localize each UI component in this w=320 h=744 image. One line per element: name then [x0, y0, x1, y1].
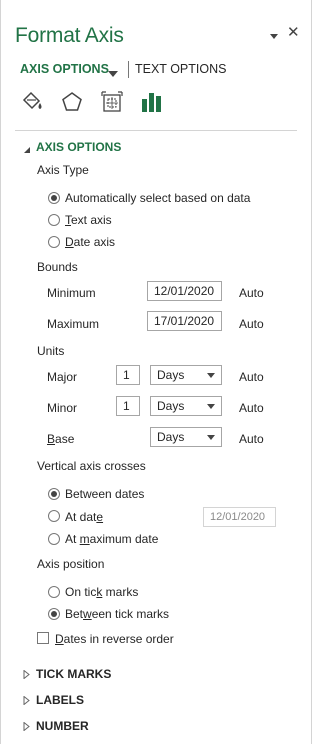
close-icon[interactable]: ✕	[287, 25, 300, 41]
minimum-status[interactable]: Auto	[239, 286, 264, 300]
radio-between-tick-marks[interactable]	[48, 608, 60, 620]
section-expanded-icon[interactable]	[23, 143, 31, 153]
radio-at-date-label: At date	[65, 510, 104, 524]
base-label: Base	[47, 432, 75, 446]
radio-between-dates[interactable]	[48, 488, 60, 500]
major-label: Major	[47, 370, 78, 384]
fill-line-icon[interactable]	[19, 89, 45, 115]
radio-auto-select-label: Automatically select based on data	[65, 191, 251, 205]
radio-auto-select[interactable]	[48, 192, 60, 204]
maximum-input[interactable]: 17/01/2020	[147, 311, 222, 331]
base-unit-select[interactable]: Days	[150, 427, 222, 447]
vertical-axis-crosses-label: Vertical axis crosses	[37, 459, 146, 473]
chevron-right-icon[interactable]	[23, 668, 30, 680]
radio-between-tick-marks-label: Between tick marks	[65, 607, 170, 621]
radio-between-dates-label: Between dates	[65, 487, 145, 501]
section-title-axis-options[interactable]: AXIS OPTIONS	[36, 140, 121, 154]
radio-text-axis[interactable]	[48, 214, 60, 226]
radio-on-tick-marks-label: On tick marks	[65, 585, 139, 599]
radio-at-maximum-date[interactable]	[48, 533, 60, 545]
major-input[interactable]: 1	[116, 365, 140, 385]
checkbox-dates-reverse-order[interactable]	[37, 632, 49, 644]
radio-date-axis-label: Date axis	[65, 235, 116, 249]
maximum-status[interactable]: Auto	[239, 317, 264, 331]
base-status[interactable]: Auto	[239, 432, 264, 446]
major-unit-select[interactable]: Days	[150, 365, 222, 385]
tab-axis-options[interactable]: AXIS OPTIONS	[20, 62, 109, 76]
tab-text-options[interactable]: TEXT OPTIONS	[135, 62, 226, 76]
size-properties-icon[interactable]	[99, 89, 125, 115]
bounds-label: Bounds	[37, 260, 78, 274]
chevron-down-icon	[207, 435, 215, 440]
chevron-right-icon[interactable]	[23, 694, 30, 706]
tab-divider	[128, 61, 129, 78]
chevron-down-icon[interactable]	[108, 66, 118, 77]
units-label: Units	[37, 344, 65, 358]
radio-text-axis-label: Text axis	[65, 213, 112, 227]
chevron-down-icon	[207, 373, 215, 378]
radio-at-maximum-date-label: At maximum date	[65, 532, 159, 546]
minor-unit-select[interactable]: Days	[150, 396, 222, 416]
triangle-down-icon[interactable]	[269, 30, 279, 40]
axis-options-icon[interactable]	[139, 89, 165, 115]
pane-title: Format Axis	[15, 24, 124, 47]
maximum-label: Maximum	[47, 317, 100, 331]
icons-divider	[15, 130, 297, 131]
axis-position-label: Axis position	[37, 557, 105, 571]
at-date-input[interactable]: 12/01/2020	[203, 507, 276, 527]
effects-icon[interactable]	[59, 89, 85, 115]
minor-label: Minor	[47, 401, 78, 415]
format-axis-pane: Format Axis ✕ AXIS OPTIONS TEXT OPTIONS	[0, 0, 312, 744]
radio-on-tick-marks[interactable]	[48, 586, 60, 598]
chevron-right-icon[interactable]	[23, 720, 30, 732]
major-status[interactable]: Auto	[239, 370, 264, 384]
checkbox-dates-reverse-order-label: Dates in reverse order	[55, 632, 174, 646]
minimum-label: Minimum	[47, 286, 96, 300]
section-number[interactable]: NUMBER	[36, 719, 89, 733]
axis-type-label: Axis Type	[37, 163, 89, 177]
minimum-input[interactable]: 12/01/2020	[147, 281, 222, 301]
minor-input[interactable]: 1	[116, 396, 140, 416]
section-tick-marks[interactable]: TICK MARKS	[36, 667, 111, 681]
minor-status[interactable]: Auto	[239, 401, 264, 415]
chevron-down-icon	[207, 404, 215, 409]
radio-date-axis[interactable]	[48, 236, 60, 248]
section-labels[interactable]: LABELS	[36, 693, 84, 707]
radio-at-date[interactable]	[48, 510, 60, 522]
